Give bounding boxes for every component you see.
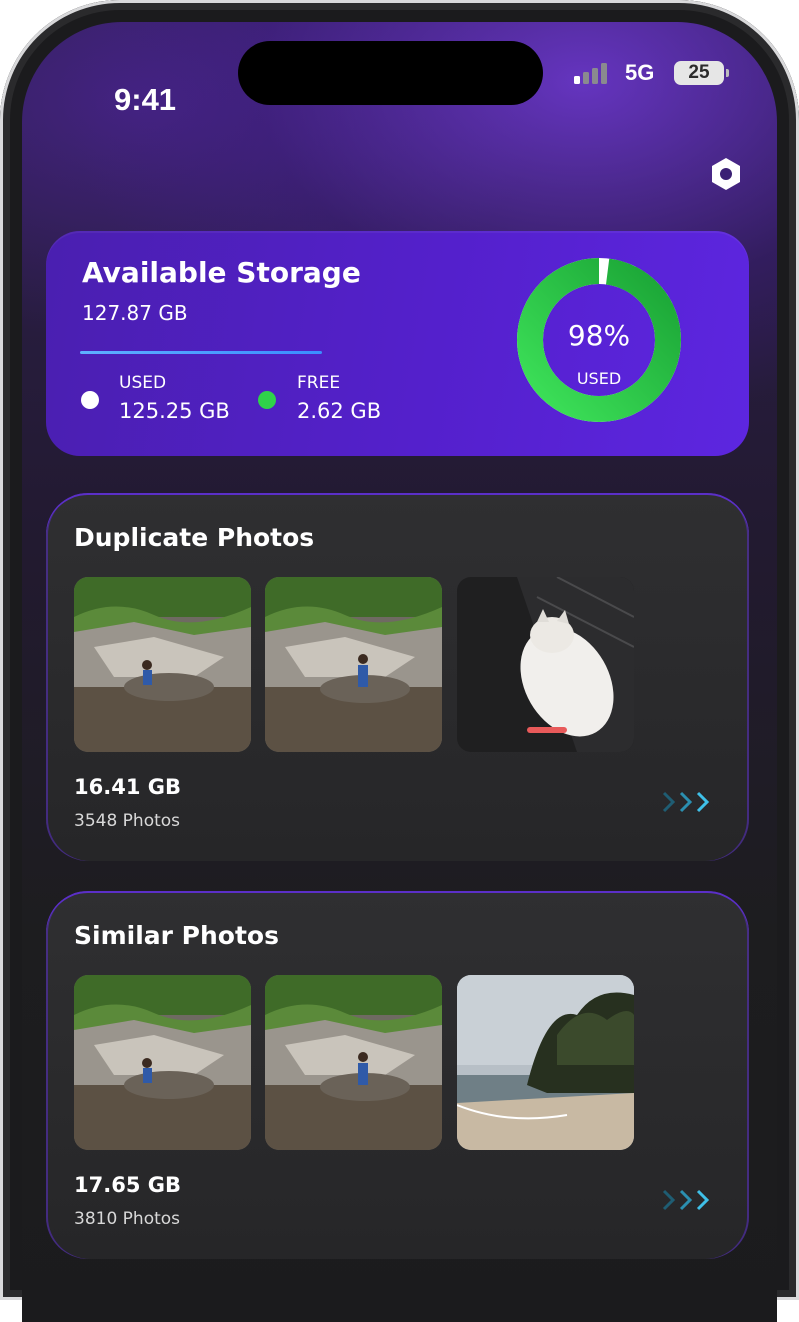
storage-divider — [80, 351, 322, 354]
dynamic-island — [238, 41, 543, 105]
category-count: 3810 Photos — [74, 1209, 181, 1229]
category-count: 3548 Photos — [74, 811, 181, 831]
storage-total: 127.87 GB — [82, 301, 188, 325]
hexagon-gear-icon[interactable] — [708, 156, 744, 192]
app-screen: 9:41 5G 25 Available Storage 127.87 GB U… — [22, 22, 777, 1322]
chevrons-right-icon[interactable] — [660, 789, 716, 815]
network-type: 5G — [625, 60, 655, 85]
chevrons-right-icon[interactable] — [660, 1187, 716, 1213]
storage-card[interactable]: Available Storage 127.87 GB USED 125.25 … — [46, 231, 749, 456]
free-legend-dot — [258, 391, 276, 409]
used-label: USED — [119, 373, 167, 393]
duplicate-photos-card[interactable]: Duplicate Photos 16.41 GB 3548 Photos — [46, 493, 749, 861]
used-value: 125.25 GB — [119, 399, 230, 423]
similar-photos-card[interactable]: Similar Photos 17.65 GB 3810 Photos — [46, 891, 749, 1259]
waterfall-girl-photo[interactable] — [265, 975, 442, 1150]
storage-donut-chart: 98% USED — [517, 258, 681, 422]
donut-percent: 98% — [568, 319, 630, 352]
category-title: Duplicate Photos — [74, 523, 315, 552]
storage-title: Available Storage — [82, 256, 361, 289]
signal-bars-icon — [574, 63, 607, 84]
white-cat-photo[interactable] — [457, 577, 634, 752]
free-label: FREE — [297, 373, 341, 393]
waterfall-girl-photo[interactable] — [74, 975, 251, 1150]
status-time: 9:41 — [114, 82, 177, 117]
battery-icon: 25 — [674, 61, 724, 85]
battery-nub — [726, 69, 729, 77]
donut-percent-label: USED — [577, 369, 621, 388]
category-size: 17.65 GB — [74, 1173, 181, 1197]
free-value: 2.62 GB — [297, 399, 382, 423]
beach-photo[interactable] — [457, 975, 634, 1150]
waterfall-girl-photo[interactable] — [265, 577, 442, 752]
category-title: Similar Photos — [74, 921, 279, 950]
used-legend-dot — [81, 391, 99, 409]
category-size: 16.41 GB — [74, 775, 181, 799]
waterfall-girl-photo[interactable] — [74, 577, 251, 752]
